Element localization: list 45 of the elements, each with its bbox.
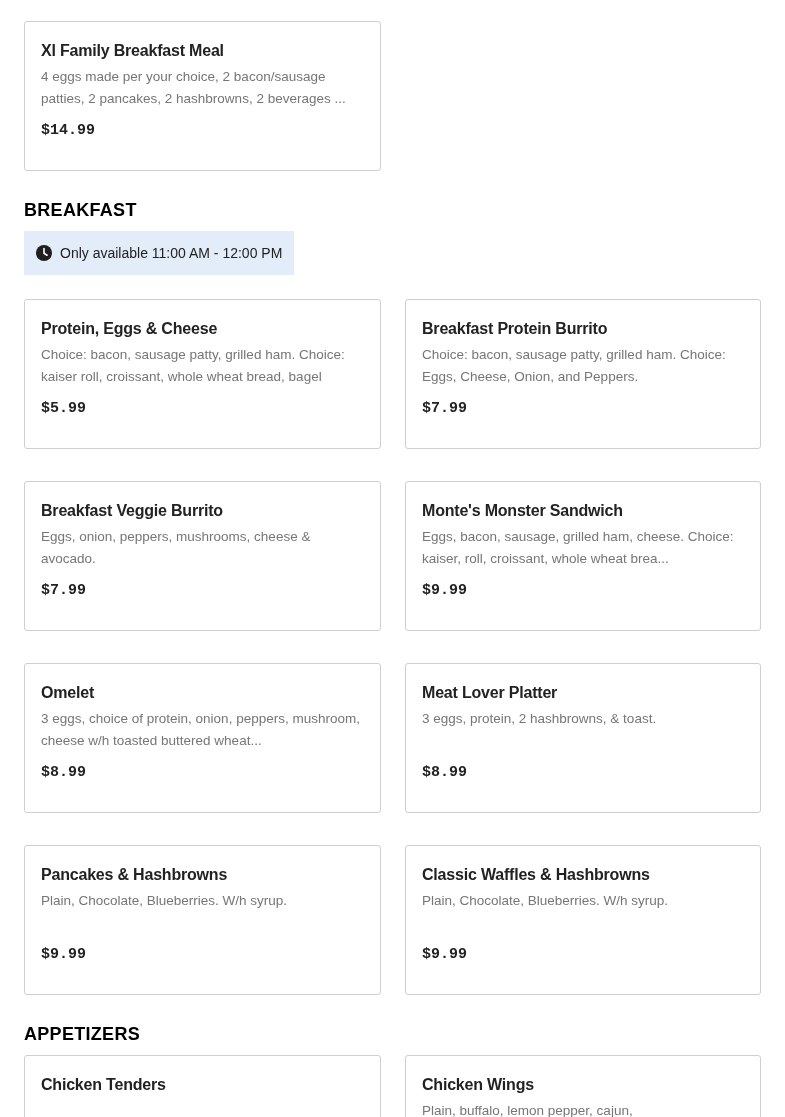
menu-item-card[interactable]: Classic Waffles & Hashbrowns Plain, Chocolate, Blueberries. W/h syrup. $9.99: [405, 845, 761, 995]
item-price: $8.99: [41, 764, 87, 781]
item-price: $9.99: [422, 946, 468, 963]
menu-item-card[interactable]: Monte's Monster Sandwich Eggs, bacon, sausage, grilled ham, cheese. Choice: kaiser, roll, croissant, whole wheat brea... $9.99: [405, 481, 761, 631]
menu-item-card[interactable]: Omelet 3 eggs, choice of protein, onion, peppers, mushroom, cheese w/h toasted buttered wheat... $8.99: [24, 663, 381, 813]
item-name: Pancakes & Hashbrowns: [41, 865, 229, 885]
item-price: $14.99: [41, 122, 96, 139]
item-name: Breakfast Veggie Burrito: [41, 501, 224, 521]
section-heading: BREAKFAST: [24, 199, 138, 221]
item-description: Eggs, bacon, sausage, grilled ham, cheese. Choice: kaiser, roll, croissant, whole wheat brea...: [422, 528, 735, 568]
item-price: $9.99: [422, 582, 468, 599]
menu-item-card[interactable]: Meat Lover Platter 3 eggs, protein, 2 hashbrowns, & toast. $8.99: [405, 663, 761, 813]
menu-item-card[interactable]: Breakfast Protein Burrito Choice: bacon, sausage patty, grilled ham. Choice: Eggs, Cheese, Onion, and Peppers. $7.99: [405, 299, 761, 449]
item-price: $5.99: [41, 400, 87, 417]
item-description: Plain, Chocolate, Blueberries. W/h syrup.: [422, 892, 670, 910]
item-price: $8.99: [422, 764, 468, 781]
availability-notice: Only available 11:00 AM - 12:00 PM: [24, 231, 295, 275]
item-name: Chicken Tenders: [41, 1075, 167, 1095]
item-description: 3 eggs, choice of protein, onion, peppers, mushroom, cheese w/h toasted buttered wheat...: [41, 710, 361, 750]
item-name: Chicken Wings: [422, 1075, 535, 1095]
item-name: Omelet: [41, 683, 96, 703]
item-description: Eggs, onion, peppers, mushrooms, cheese & avocado.: [41, 528, 312, 568]
menu-item-card[interactable]: Protein, Eggs & Cheese Choice: bacon, sausage patty, grilled ham. Choice: kaiser roll, croissant, whole wheat bread, bagel $5.99: [24, 299, 381, 449]
item-price: $7.99: [41, 582, 87, 599]
item-description: 3 eggs, protein, 2 hashbrowns, & toast.: [422, 710, 658, 728]
menu-item-card[interactable]: Chicken Tenders: [24, 1055, 381, 1117]
item-name: Meat Lover Platter: [422, 683, 559, 703]
menu-item-card[interactable]: Xl Family Breakfast Meal 4 eggs made per your choice, 2 bacon/sausage patties, 2 pancakes, 2 hashbrowns, 2 beverages ... $14.99: [24, 21, 381, 171]
clock-icon: [36, 245, 52, 261]
item-description: Choice: bacon, sausage patty, grilled ham. Choice: Eggs, Cheese, Onion, and Peppers.: [422, 346, 727, 386]
item-name: Protein, Eggs & Cheese: [41, 319, 219, 339]
section-heading: APPETIZERS: [24, 1023, 142, 1045]
item-description: Plain, buffalo, lemon pepper, cajun,: [422, 1102, 634, 1117]
item-price: $9.99: [41, 946, 87, 963]
item-description: Choice: bacon, sausage patty, grilled ham. Choice: kaiser roll, croissant, whole wheat bread, bagel: [41, 346, 346, 386]
item-description: Plain, Chocolate, Blueberries. W/h syrup.: [41, 892, 289, 910]
menu-item-card[interactable]: Pancakes & Hashbrowns Plain, Chocolate, Blueberries. W/h syrup. $9.99: [24, 845, 381, 995]
item-description: 4 eggs made per your choice, 2 bacon/sausage patties, 2 pancakes, 2 hashbrowns, 2 beverages ...: [41, 68, 347, 108]
item-name: Monte's Monster Sandwich: [422, 501, 624, 521]
item-name: Xl Family Breakfast Meal: [41, 41, 225, 61]
item-name: Breakfast Protein Burrito: [422, 319, 609, 339]
item-name: Classic Waffles & Hashbrowns: [422, 865, 651, 885]
item-price: $7.99: [422, 400, 468, 417]
menu-item-card[interactable]: Breakfast Veggie Burrito Eggs, onion, peppers, mushrooms, cheese & avocado. $7.99: [24, 481, 381, 631]
menu-item-card[interactable]: Chicken Wings Plain, buffalo, lemon pepper, cajun,: [405, 1055, 761, 1117]
